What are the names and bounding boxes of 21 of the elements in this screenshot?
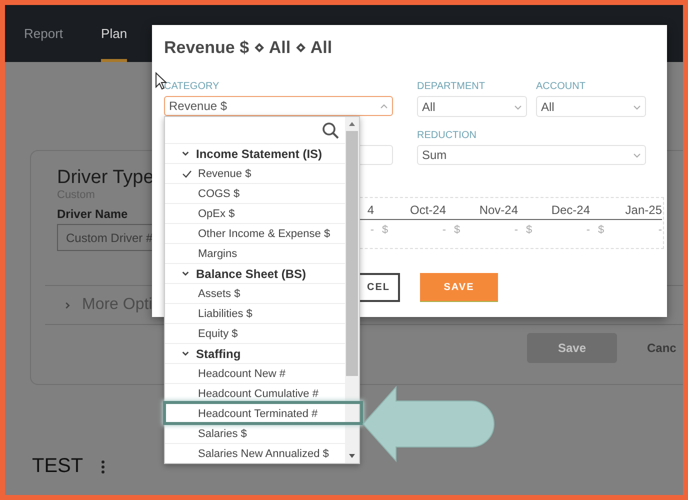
currency-sign: $ <box>598 224 604 236</box>
currency-sign: $ <box>454 224 460 236</box>
field-label: CATEGORY <box>164 81 220 94</box>
field-label: DEPARTMENT <box>417 81 486 94</box>
field-label: ACCOUNT <box>536 81 586 94</box>
table-cell: - <box>514 224 518 236</box>
column-header: Oct-24 <box>374 200 446 220</box>
field-label: Driver Name <box>57 207 128 221</box>
table-cell: - <box>442 224 446 236</box>
table-cell: - <box>658 224 662 236</box>
column-header: Nov-24 <box>446 200 518 220</box>
column-header: Jan-25 <box>590 200 662 220</box>
currency-sign: $ <box>382 224 388 236</box>
table-cell: - <box>370 224 374 236</box>
table-cell: - <box>586 224 590 236</box>
modal-title: Revenue $ ⋄ All ⋄ All <box>164 37 334 59</box>
card-title: Driver Type <box>57 167 154 189</box>
currency-sign: $ <box>526 224 532 236</box>
column-header: Dec-24 <box>518 200 590 220</box>
field-label: REDUCTION <box>417 130 478 143</box>
section-title: TEST <box>32 455 84 478</box>
